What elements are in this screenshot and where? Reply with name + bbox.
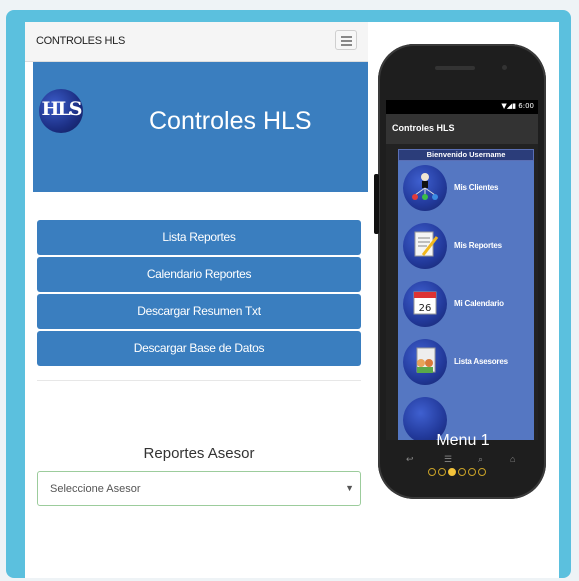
home-icon[interactable]: ⌂ xyxy=(510,454,515,464)
calendario-reportes-button[interactable]: Calendario Reportes xyxy=(37,257,361,292)
caret-down-icon: ▼ xyxy=(345,483,354,493)
hero-banner: HLS Controles HLS xyxy=(33,62,368,192)
status-icons: ▼◢▮ 6:00 xyxy=(501,102,534,110)
page-dot xyxy=(438,468,446,476)
app-title: Controles HLS xyxy=(392,123,455,133)
mis-clientes-item[interactable]: Mis Clientes xyxy=(398,161,534,219)
svg-text:26: 26 xyxy=(419,303,432,314)
status-bar: ▼◢▮ 6:00 xyxy=(386,100,538,114)
lista-asesores-label: Lista Asesores xyxy=(454,357,508,366)
app-bar: Controles HLS xyxy=(386,114,538,144)
mis-reportes-item[interactable]: Mis Reportes xyxy=(398,219,534,277)
mis-clientes-label: Mis Clientes xyxy=(454,183,499,192)
app-body: Bienvenido Username Mis Clientes Mis Rep… xyxy=(386,144,538,440)
phone-soft-keys: ↩ ☰ ⌕ ⌂ xyxy=(406,454,518,466)
phone-speaker xyxy=(435,66,475,70)
descargar-resumen-button[interactable]: Descargar Resumen Txt xyxy=(37,294,361,329)
divider xyxy=(37,380,361,381)
descargar-base-datos-button[interactable]: Descargar Base de Datos xyxy=(37,331,361,366)
mi-calendario-label: Mi Calendario xyxy=(454,299,504,308)
lista-reportes-button[interactable]: Lista Reportes xyxy=(37,220,361,255)
menu-key-icon[interactable]: ☰ xyxy=(444,454,452,465)
mis-reportes-label: Mis Reportes xyxy=(454,241,502,250)
report-edit-icon xyxy=(403,223,447,269)
phone-sensor xyxy=(502,65,507,70)
people-network-icon xyxy=(403,165,447,211)
navbar-brand[interactable]: CONTROLES HLS xyxy=(36,35,125,47)
reportes-asesor-title: Reportes Asesor xyxy=(143,445,255,462)
hamburger-icon[interactable] xyxy=(335,30,357,50)
asesor-select-value: Seleccione Asesor xyxy=(50,483,141,495)
page-dot xyxy=(458,468,466,476)
phone-mockup: ▼◢▮ 6:00 Controles HLS Bienvenido Userna… xyxy=(374,44,546,499)
hero-title: Controles HLS xyxy=(149,107,312,135)
calendar-icon: 26 xyxy=(403,281,447,327)
page-dot-active xyxy=(448,468,456,476)
back-icon[interactable]: ↩ xyxy=(406,454,414,465)
menu-caption: Menu 1 xyxy=(436,432,490,449)
phone-screen: ▼◢▮ 6:00 Controles HLS Bienvenido Userna… xyxy=(386,100,538,440)
hls-logo: HLS xyxy=(39,89,83,133)
app-menu-list: Mis Clientes Mis Reportes 26 Mi Calendar… xyxy=(398,161,534,440)
web-page: CONTROLES HLS HLS Controles HLS Lista Re… xyxy=(25,22,559,578)
page-dot xyxy=(428,468,436,476)
mi-calendario-item[interactable]: 26 Mi Calendario xyxy=(398,277,534,335)
lista-asesores-item[interactable]: Lista Asesores xyxy=(398,335,534,393)
search-icon[interactable]: ⌕ xyxy=(478,454,483,465)
page-indicator xyxy=(428,468,498,478)
team-list-icon xyxy=(403,339,447,385)
asesor-select[interactable]: Seleccione Asesor ▼ xyxy=(37,471,361,506)
main-menu: Lista Reportes Calendario Reportes Desca… xyxy=(37,220,361,368)
navbar: CONTROLES HLS xyxy=(25,22,368,62)
phone-side-button xyxy=(374,174,379,234)
welcome-banner: Bienvenido Username xyxy=(398,149,534,161)
page-dot xyxy=(478,468,486,476)
page-dot xyxy=(468,468,476,476)
